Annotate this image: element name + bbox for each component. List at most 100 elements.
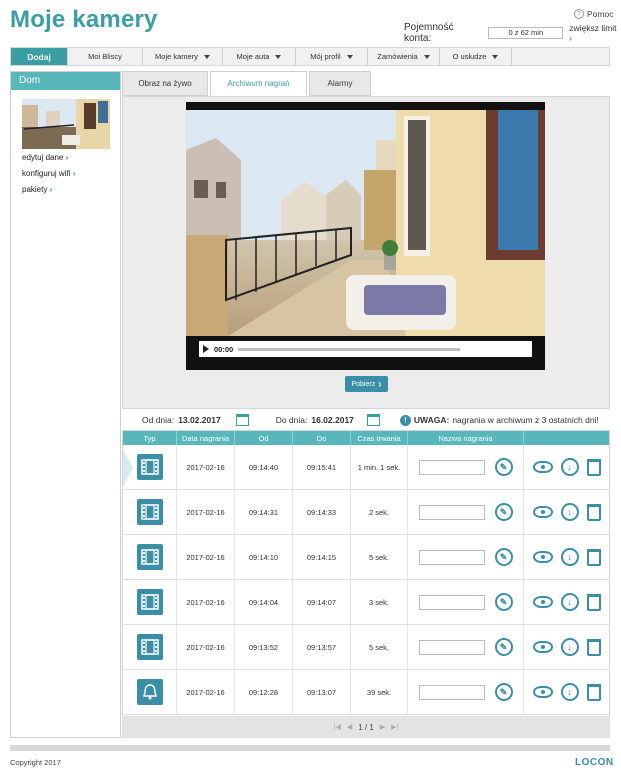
camera-name: Dom	[11, 72, 120, 90]
warning-text: nagrania w archiwum z 3 ostatnich dni!	[452, 415, 599, 425]
cell-date: 2017-02-16	[177, 580, 235, 624]
copyright: Copyright 2017	[10, 758, 61, 767]
edit-pencil-icon[interactable]: ✎	[494, 548, 513, 566]
recording-name-input[interactable]	[418, 459, 485, 475]
trash-icon[interactable]	[586, 683, 601, 701]
view-eye-icon[interactable]	[532, 551, 553, 563]
cell-actions: ↓	[524, 580, 609, 624]
edit-pencil-icon[interactable]: ✎	[494, 638, 513, 656]
table-row[interactable]: 2017-02-16 09:14:31 09:14:33 2 sek. ✎ ↓	[123, 490, 609, 535]
next-page-icon[interactable]: ▶	[380, 723, 385, 731]
cell-type	[123, 625, 177, 669]
cell-duration: 3 sek.	[351, 580, 408, 624]
tab-live-view[interactable]: Obraz na żywo	[122, 71, 208, 96]
table-row[interactable]: 2017-02-16 09:14:04 09:14:07 3 sek. ✎ ↓	[123, 580, 609, 625]
table-row[interactable]: 2017-02-16 09:13:52 09:13:57 5 sek. ✎ ↓	[123, 625, 609, 670]
nav-item-o-usludze[interactable]: O usłudze	[440, 48, 512, 65]
tab-recordings-archive[interactable]: Archiwum nagrań	[210, 71, 307, 96]
camera-thumbnail-scene	[22, 99, 110, 149]
nav-item-dodaj[interactable]: Dodaj	[11, 48, 68, 65]
cell-actions: ↓	[524, 490, 609, 534]
cell-name: ✎	[408, 625, 524, 669]
view-eye-icon[interactable]	[532, 686, 553, 698]
from-date-label: Od dnia:	[142, 415, 175, 425]
table-row[interactable]: 2017-02-16 09:14:40 09:15:41 1 min. 1 sek. ✎…	[123, 445, 609, 490]
cell-date: 2017-02-16	[177, 445, 235, 489]
download-icon[interactable]: ↓	[560, 503, 579, 521]
recording-name-input[interactable]	[418, 549, 485, 565]
trash-icon[interactable]	[586, 548, 601, 566]
table-row[interactable]: 2017-02-16 09:14:10 09:14:15 5 sek. ✎ ↓	[123, 535, 609, 580]
column-header-name: Nazwa nagrania	[408, 431, 524, 445]
download-icon[interactable]: ↓	[560, 548, 579, 566]
cell-to: 09:14:07	[293, 580, 351, 624]
cell-to: 09:14:15	[293, 535, 351, 579]
video-controls: 00:00	[199, 341, 532, 357]
camera-tabs: Obraz na żywo Archiwum nagrań Alarmy	[122, 71, 373, 96]
trash-icon[interactable]	[586, 458, 601, 476]
nav-item-moje-auta[interactable]: Moje auta	[223, 48, 296, 65]
cell-to: 09:13:57	[293, 625, 351, 669]
download-icon[interactable]: ↓	[560, 458, 579, 476]
nav-item-zamowienia[interactable]: Zamówienia	[368, 48, 440, 65]
last-page-icon[interactable]: ▶|	[391, 723, 398, 731]
edit-pencil-icon[interactable]: ✎	[494, 458, 513, 476]
help-link[interactable]: ? Pomoc	[574, 9, 613, 19]
cell-type	[123, 580, 177, 624]
column-header-actions	[524, 431, 609, 445]
play-icon[interactable]	[203, 345, 209, 353]
camera-thumbnail[interactable]	[22, 99, 110, 149]
column-header-to: Do	[293, 431, 351, 445]
first-page-icon[interactable]: |◀	[334, 723, 341, 731]
nav-item-moje-kamery[interactable]: Moje kamery	[143, 48, 223, 65]
bell-icon	[136, 679, 163, 705]
table-row[interactable]: 2017-02-16 09:12:28 09:13:07 39 sek. ✎ ↓	[123, 670, 609, 715]
cell-from: 09:12:28	[235, 670, 293, 714]
column-header-from: Od	[235, 431, 293, 445]
nav-item-moi-bliscy[interactable]: Moi Bliscy	[68, 48, 143, 65]
pagination: |◀ ◀ 1 / 1 ▶ ▶|	[122, 716, 610, 738]
view-eye-icon[interactable]	[532, 506, 553, 518]
edit-pencil-icon[interactable]: ✎	[494, 683, 513, 701]
chevron-down-icon	[423, 54, 430, 59]
trash-icon[interactable]	[586, 593, 601, 611]
download-icon[interactable]: ↓	[560, 638, 579, 656]
footer-divider	[10, 745, 610, 751]
recording-name-input[interactable]	[418, 684, 485, 700]
view-eye-icon[interactable]	[532, 641, 553, 653]
prev-page-icon[interactable]: ◀	[347, 723, 352, 731]
cell-type	[123, 445, 177, 489]
recording-name-input[interactable]	[418, 504, 485, 520]
increase-limit-link[interactable]: zwiększ limit	[569, 23, 621, 43]
cell-actions: ↓	[524, 535, 609, 579]
film-icon	[136, 499, 163, 525]
calendar-icon[interactable]	[366, 414, 380, 426]
view-eye-icon[interactable]	[532, 461, 553, 473]
recording-name-input[interactable]	[418, 639, 485, 655]
cell-date: 2017-02-16	[177, 670, 235, 714]
download-icon[interactable]: ↓	[560, 683, 579, 701]
view-eye-icon[interactable]	[532, 596, 553, 608]
cell-date: 2017-02-16	[177, 490, 235, 534]
edit-pencil-icon[interactable]: ✎	[494, 503, 513, 521]
nav-item-moj-profil[interactable]: Mój profil	[296, 48, 368, 65]
tab-alarms[interactable]: Alarmy	[309, 71, 371, 96]
column-header-type: Typ	[123, 431, 177, 445]
edit-data-link[interactable]: edytuj dane	[22, 153, 68, 162]
trash-icon[interactable]	[586, 638, 601, 656]
cell-duration: 1 min. 1 sek.	[351, 445, 408, 489]
packages-link[interactable]: pakiety	[22, 185, 52, 194]
configure-wifi-link[interactable]: konfiguruj wifi	[22, 169, 75, 178]
video-progress-bar[interactable]	[238, 347, 461, 351]
film-icon	[136, 544, 163, 570]
nav-item-label: Moi Bliscy	[88, 52, 122, 61]
calendar-icon[interactable]	[235, 414, 249, 426]
edit-pencil-icon[interactable]: ✎	[494, 593, 513, 611]
recording-name-input[interactable]	[418, 594, 485, 610]
video-player[interactable]: 00:00	[186, 102, 545, 370]
cell-name: ✎	[408, 580, 524, 624]
download-icon[interactable]: ↓	[560, 593, 579, 611]
trash-icon[interactable]	[586, 503, 601, 521]
download-button[interactable]: Pobierz	[345, 376, 388, 392]
account-capacity-value: 0 z 62 min	[488, 27, 564, 39]
